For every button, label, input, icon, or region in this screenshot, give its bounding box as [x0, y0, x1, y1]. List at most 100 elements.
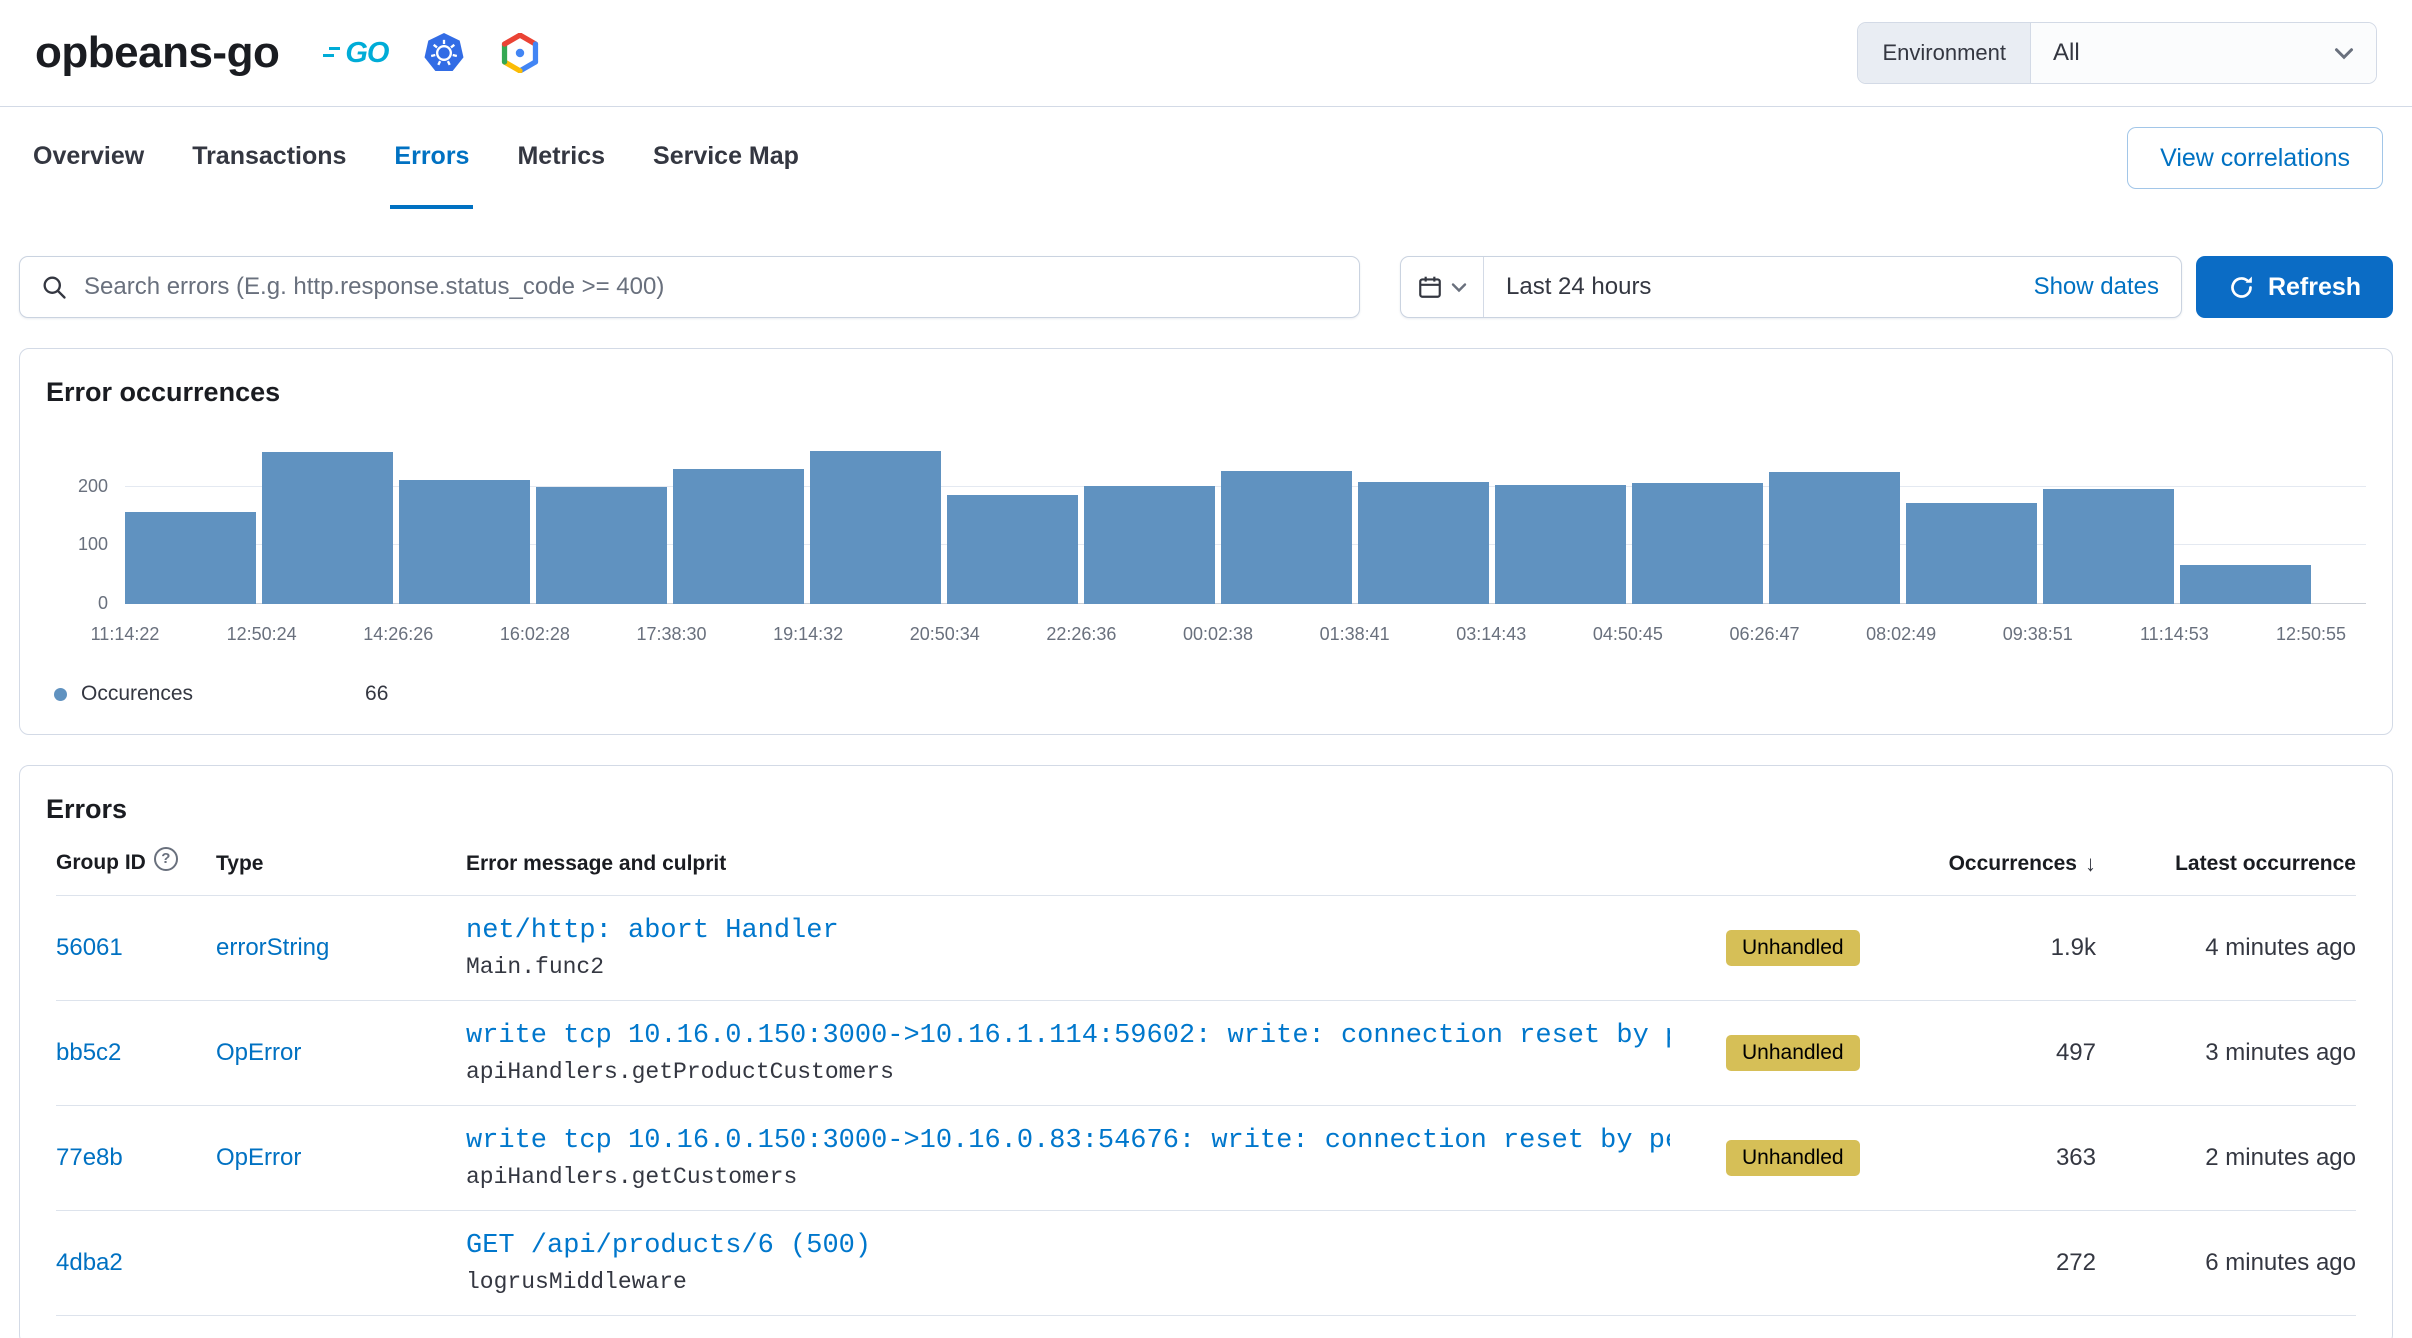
error-message-link[interactable]: GET /api/products/6 (500)	[466, 1231, 1670, 1261]
tab[interactable]: Overview	[29, 107, 148, 209]
tab[interactable]: Transactions	[188, 107, 350, 209]
table-header-row: Group ID? Type Error message and culprit…	[56, 851, 2356, 896]
x-axis-tick-label: 17:38:30	[636, 624, 706, 645]
errors-table: Group ID? Type Error message and culprit…	[46, 851, 2366, 1316]
error-message-cell: write tcp 10.16.0.150:3000->10.16.0.83:5…	[466, 1126, 1726, 1190]
search-icon	[40, 273, 68, 301]
error-type-link[interactable]: OpError	[216, 1144, 466, 1172]
x-axis-tick-label: 01:38:41	[1320, 624, 1390, 645]
x-axis-tick-label: 12:50:55	[2276, 624, 2346, 645]
x-axis-tick-label: 08:02:49	[1866, 624, 1936, 645]
tab-label: Errors	[394, 142, 469, 171]
tab[interactable]: Service Map	[649, 107, 803, 209]
controls-row: Last 24 hours Show dates Refresh	[0, 256, 2412, 318]
error-occurrences-chart: 200 100 0 11:14:2212:50:2414:26:2616:02:…	[46, 446, 2366, 706]
column-header-latest: Latest occurrence	[2096, 852, 2356, 876]
latest-occurrence: 6 minutes ago	[2096, 1249, 2356, 1277]
error-message-cell: write tcp 10.16.0.150:3000->10.16.1.114:…	[466, 1021, 1726, 1085]
chevron-down-icon	[1451, 282, 1467, 293]
environment-control: Environment All	[1857, 22, 2377, 84]
calendar-icon	[1417, 274, 1443, 300]
chart-legend-item[interactable]: Occurences 66	[54, 682, 2366, 706]
tab[interactable]: Errors	[390, 107, 473, 209]
errors-table-title: Errors	[46, 794, 2366, 825]
chevron-down-icon	[2334, 47, 2354, 60]
tab-label: Metrics	[517, 142, 605, 171]
environment-label: Environment	[1858, 23, 2031, 83]
date-picker-menu-button[interactable]	[1401, 257, 1484, 317]
column-header-message: Error message and culprit	[466, 852, 1726, 876]
error-culprit: apiHandlers.getCustomers	[466, 1164, 1670, 1190]
error-type-link[interactable]: errorString	[216, 934, 466, 962]
question-mark-icon[interactable]: ?	[154, 847, 178, 871]
search-input[interactable]	[84, 273, 1339, 301]
error-type-link[interactable]: OpError	[216, 1039, 466, 1067]
x-axis-tick-label: 16:02:28	[500, 624, 570, 645]
unhandled-badge: Unhandled	[1726, 930, 1860, 966]
show-dates-link[interactable]: Show dates	[2034, 273, 2159, 301]
error-message-link[interactable]: write tcp 10.16.0.150:3000->10.16.0.83:5…	[466, 1126, 1670, 1156]
refresh-icon	[2228, 274, 2255, 301]
chart-bar	[125, 512, 256, 604]
latest-occurrence: 4 minutes ago	[2096, 934, 2356, 962]
tab-label: Service Map	[653, 142, 799, 171]
environment-value: All	[2053, 39, 2080, 67]
x-axis-tick-label: 12:50:24	[227, 624, 297, 645]
search-box	[19, 256, 1360, 318]
google-cloud-icon	[500, 33, 540, 73]
chart-bar	[1221, 471, 1352, 604]
y-axis-tick-label: 0	[46, 593, 108, 614]
time-range-label[interactable]: Last 24 hours	[1506, 273, 1651, 301]
chart-bar	[536, 487, 667, 604]
chart-bar	[399, 480, 530, 604]
service-title: opbeans-go	[35, 28, 279, 78]
x-axis-tick-label: 04:50:45	[1593, 624, 1663, 645]
bar-series	[125, 446, 2311, 604]
kubernetes-icon	[424, 33, 464, 73]
chart-bar	[262, 452, 393, 604]
table-body: 56061 errorString net/http: abort Handle…	[56, 896, 2356, 1316]
error-culprit: logrusMiddleware	[466, 1269, 1670, 1295]
chart-bar	[1906, 503, 2037, 604]
error-occurrences-panel: Error occurrences 200 100 0 11:14:2212:5…	[19, 348, 2393, 735]
view-correlations-button[interactable]: View correlations	[2127, 127, 2383, 189]
go-logo-icon: GO	[345, 37, 388, 70]
agent-icons: GO	[345, 33, 540, 73]
badge-cell: Unhandled	[1726, 1035, 1916, 1071]
legend-label: Occurences	[81, 682, 193, 706]
x-axis-tick-label: 20:50:34	[910, 624, 980, 645]
refresh-button[interactable]: Refresh	[2196, 256, 2393, 318]
occurrences-count: 497	[1916, 1039, 2096, 1067]
x-axis-tick-label: 09:38:51	[2003, 624, 2073, 645]
table-row: 56061 errorString net/http: abort Handle…	[56, 896, 2356, 1001]
tab[interactable]: Metrics	[513, 107, 609, 209]
environment-select[interactable]: All	[2031, 23, 2376, 83]
legend-value: 66	[365, 682, 388, 706]
latest-occurrence: 3 minutes ago	[2096, 1039, 2356, 1067]
tabs: Overview Transactions Errors Metrics Ser…	[29, 107, 843, 209]
legend-dot-icon	[54, 688, 67, 701]
table-row: 77e8b OpError write tcp 10.16.0.150:3000…	[56, 1106, 2356, 1211]
error-culprit: apiHandlers.getProductCustomers	[466, 1059, 1670, 1085]
y-axis-tick-label: 200	[46, 476, 108, 497]
x-axis-tick-label: 19:14:32	[773, 624, 843, 645]
latest-occurrence: 2 minutes ago	[2096, 1144, 2356, 1172]
chart-bar	[1084, 486, 1215, 604]
group-id-link[interactable]: 56061	[56, 934, 216, 962]
chart-bar	[810, 451, 941, 604]
top-bar: opbeans-go GO	[0, 0, 2412, 107]
error-message-link[interactable]: write tcp 10.16.0.150:3000->10.16.1.114:…	[466, 1021, 1670, 1051]
tab-label: Transactions	[192, 142, 346, 171]
column-header-type: Type	[216, 852, 466, 876]
unhandled-badge: Unhandled	[1726, 1035, 1860, 1071]
sort-descending-icon: ↓	[2085, 851, 2096, 877]
group-id-link[interactable]: 77e8b	[56, 1144, 216, 1172]
table-row: bb5c2 OpError write tcp 10.16.0.150:3000…	[56, 1001, 2356, 1106]
group-id-link[interactable]: 4dba2	[56, 1249, 216, 1277]
error-message-link[interactable]: net/http: abort Handler	[466, 916, 1670, 946]
column-header-occurrences[interactable]: Occurrences↓	[1916, 851, 2096, 877]
group-id-link[interactable]: bb5c2	[56, 1039, 216, 1067]
x-axis-tick-label: 11:14:53	[2140, 624, 2209, 645]
badge-cell: Unhandled	[1726, 1140, 1916, 1176]
badge-cell: Unhandled	[1726, 930, 1916, 966]
